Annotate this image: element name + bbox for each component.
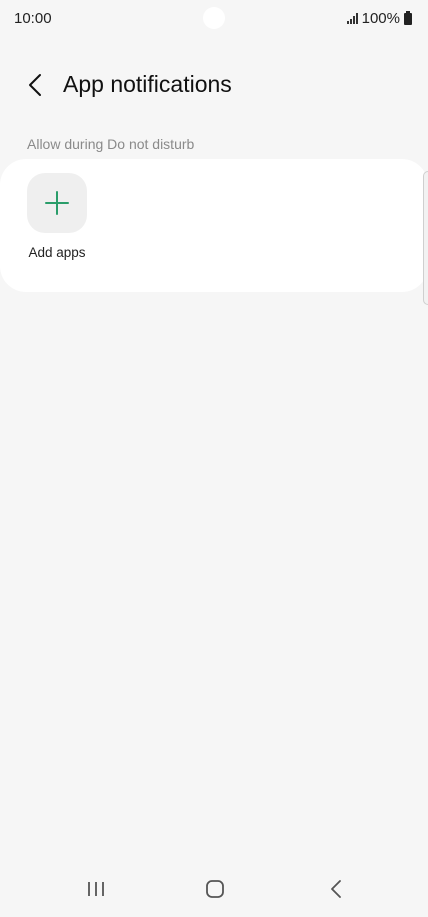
allowed-apps-card: Add apps [0, 159, 428, 292]
back-icon [331, 880, 341, 898]
battery-icon [404, 10, 412, 25]
status-indicators: 100% [346, 10, 412, 27]
recents-icon [88, 882, 104, 896]
plus-icon [45, 191, 69, 215]
battery-percent: 100% [361, 10, 400, 27]
edge-panel-handle[interactable] [423, 171, 428, 305]
home-button[interactable] [195, 873, 235, 905]
status-time: 10:00 [14, 10, 52, 27]
navigation-bar [0, 861, 428, 917]
signal-icon [346, 13, 358, 24]
chevron-left-icon [29, 74, 41, 96]
add-apps-button[interactable] [27, 173, 87, 233]
recents-button[interactable] [76, 873, 116, 905]
back-button[interactable] [20, 70, 50, 100]
nav-back-button[interactable] [316, 873, 356, 905]
home-icon [206, 880, 224, 898]
page-title: App notifications [63, 71, 232, 97]
header: App notifications [0, 62, 428, 106]
section-label: Allow during Do not disturb [27, 136, 195, 152]
add-apps-label: Add apps [28, 245, 86, 260]
status-bar: 10:00 100% [0, 0, 428, 38]
camera-cutout [203, 7, 225, 29]
